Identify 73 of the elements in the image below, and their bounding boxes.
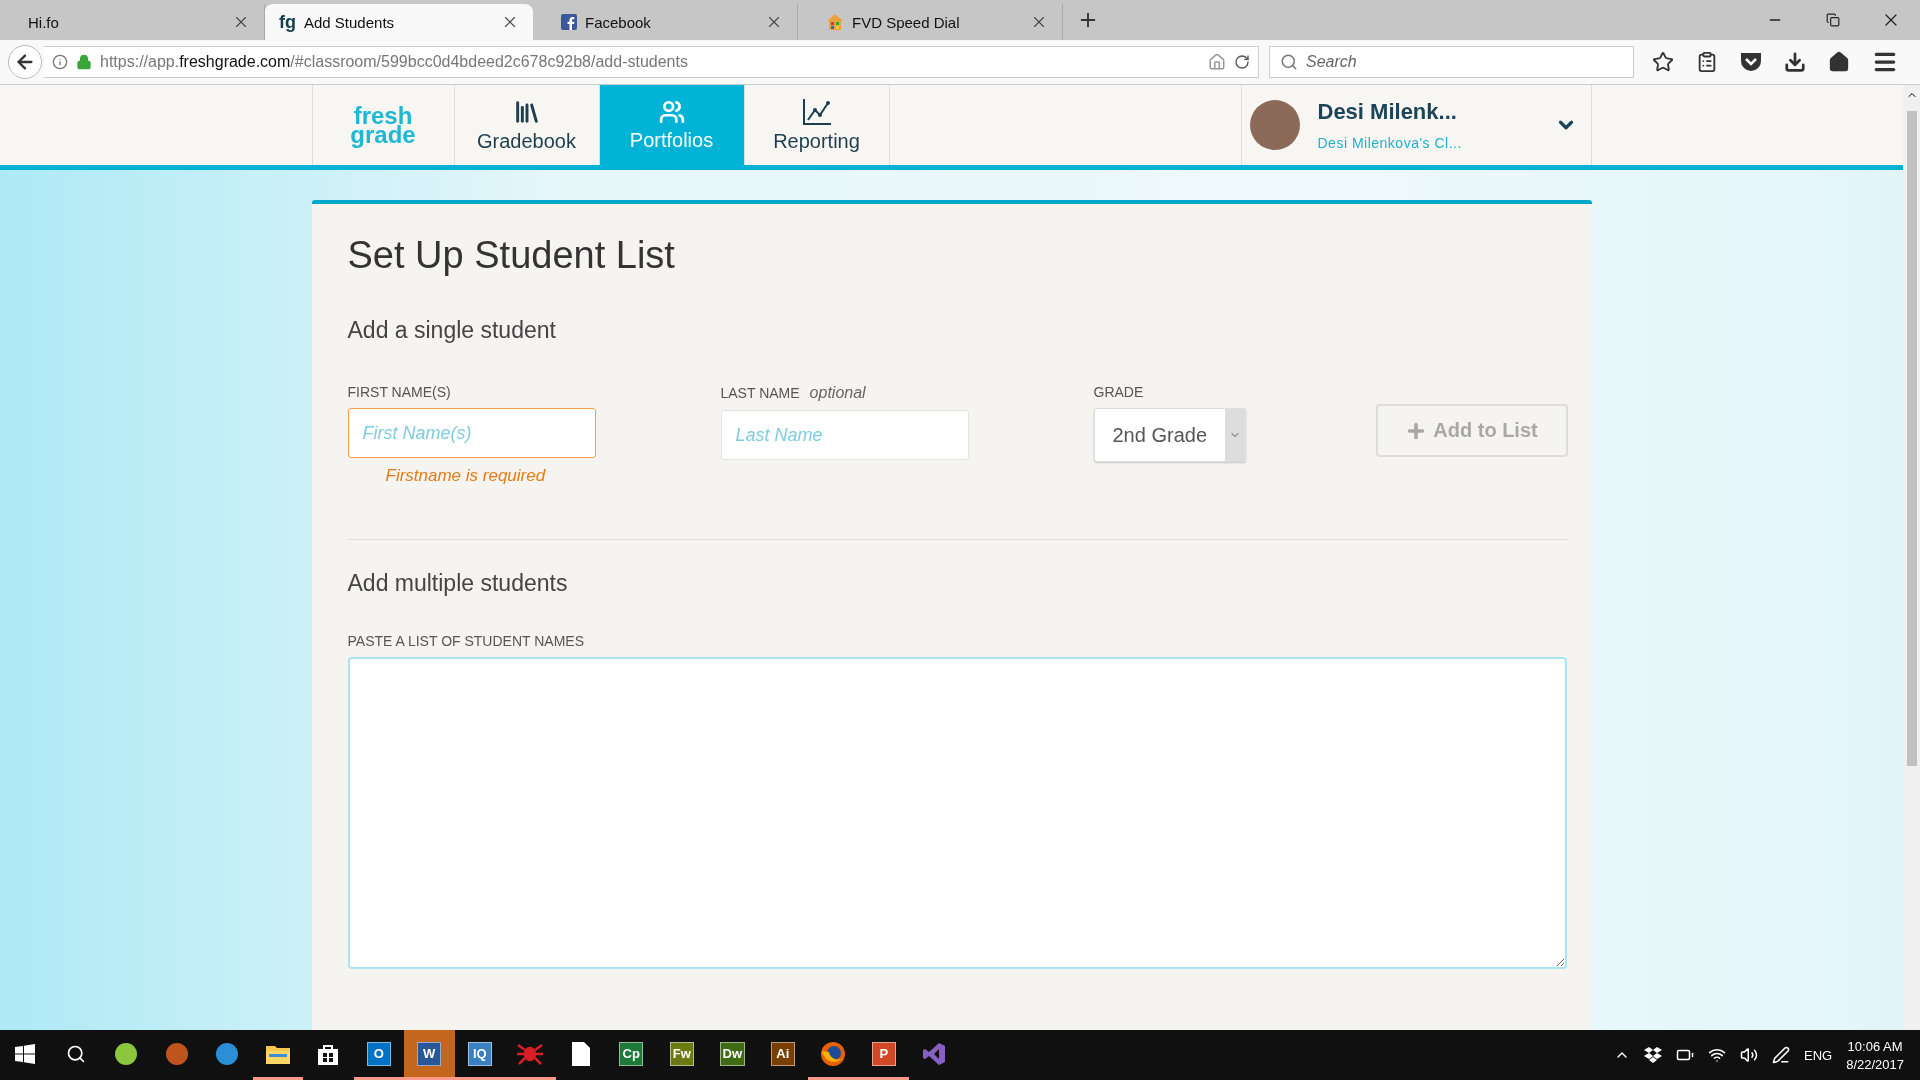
taskbar-button[interactable]: Ai	[757, 1030, 808, 1080]
favicon-text: fg	[279, 11, 296, 33]
field-label: LAST NAME	[720, 385, 800, 401]
scrollbar[interactable]	[1903, 85, 1920, 1030]
search-field[interactable]: Search	[1269, 46, 1634, 78]
infinity-ribbon-icon	[922, 1041, 947, 1066]
line-chart-icon	[801, 97, 832, 126]
nav-tab[interactable]: Reporting	[744, 85, 890, 165]
reading-list-icon[interactable]	[1696, 51, 1718, 73]
app-tile-icon: Fw	[669, 1041, 694, 1066]
search-icon	[1280, 53, 1298, 71]
language-indicator[interactable]: ENG	[1804, 1047, 1833, 1063]
optional-hint: optional	[809, 384, 866, 402]
field-label: PASTE A LIST OF STUDENT NAMES	[347, 633, 585, 649]
field-label: FIRST NAME(S)	[347, 384, 452, 400]
pen-icon[interactable]	[1772, 1046, 1790, 1064]
download-icon[interactable]	[1784, 51, 1806, 73]
taskbar-button[interactable]: Dw	[707, 1030, 758, 1080]
reload-icon[interactable]	[1234, 54, 1250, 70]
taskbar-button[interactable]: IQ	[454, 1030, 505, 1080]
house-icon	[826, 13, 844, 31]
field-label: GRADE	[1093, 384, 1145, 400]
app-tile-icon: Cp	[619, 1041, 644, 1066]
taskbar-button[interactable]: W	[404, 1030, 455, 1080]
first-name-field[interactable]: First Name(s)	[347, 408, 596, 458]
search-placeholder: Search	[1306, 53, 1357, 71]
taskbar-button[interactable]: P	[858, 1030, 909, 1080]
lock-icon	[76, 54, 92, 70]
student-names-field[interactable]	[347, 657, 1567, 969]
volume-icon[interactable]	[1740, 1046, 1758, 1064]
app-tile-icon: Ai	[770, 1041, 795, 1066]
spider-icon	[517, 1041, 544, 1066]
tab-title: Facebook	[585, 13, 652, 31]
windows-logo-icon	[15, 1043, 36, 1064]
home-icon[interactable]	[1828, 51, 1850, 73]
app-tile-icon: Dw	[719, 1041, 745, 1066]
section-heading: Add a single student	[347, 317, 557, 344]
star-icon[interactable]	[1652, 51, 1674, 73]
search-icon	[65, 1043, 86, 1064]
avatar[interactable]	[1249, 100, 1300, 150]
wifi-icon[interactable]	[1708, 1046, 1726, 1064]
firefox-icon	[820, 1040, 847, 1067]
tab-title: Add Students	[304, 13, 396, 31]
section-heading: Add multiple students	[347, 570, 569, 597]
people-icon	[658, 98, 685, 125]
error-message: Firstname is required	[384, 466, 547, 486]
app-tile-icon: O	[366, 1041, 391, 1066]
back-button[interactable]	[8, 45, 42, 79]
url-text: https://app.freshgrade.com/#classroom/599bcc0d4bdeed2c678c92b8/add-students	[100, 53, 689, 71]
taskbar-button[interactable]: Cp	[606, 1030, 657, 1080]
shopping-bag-icon	[317, 1042, 340, 1065]
grade-select[interactable]: 2nd Grade	[1093, 408, 1246, 462]
tab-title: FVD Speed Dial	[852, 13, 961, 31]
address-field[interactable]: https://app.freshgrade.com/#classroom/599bcc0d4bdeed2c678c92b8/add-students	[44, 46, 1259, 78]
restore-icon[interactable]	[1826, 13, 1840, 27]
last-name-field[interactable]: Last Name	[720, 410, 969, 460]
blank-page-icon	[571, 1041, 590, 1066]
page-title: Set Up Student List	[347, 234, 676, 277]
clock[interactable]: 10:06 AM 8/22/2017	[1846, 1038, 1904, 1072]
facebook-icon	[561, 14, 577, 30]
app-tile-icon: W	[417, 1041, 442, 1066]
app-tile-icon: P	[871, 1041, 896, 1066]
taskbar-button[interactable]: Fw	[656, 1030, 707, 1080]
folder-icon	[265, 1043, 290, 1064]
user-name: Desi Milenk...	[1317, 99, 1458, 125]
class-name: Desi Milenkova's Cl...	[1317, 135, 1463, 151]
info-icon[interactable]	[52, 54, 68, 70]
box-icon[interactable]	[1644, 1047, 1662, 1063]
browser-tab[interactable]: fg Add Students	[265, 4, 533, 40]
tab-title: Hi.fo	[28, 13, 60, 31]
pocket-icon[interactable]	[1740, 52, 1762, 72]
app-tile-icon: IQ	[467, 1041, 492, 1066]
nav-tab[interactable]: Gradebook	[454, 85, 600, 165]
